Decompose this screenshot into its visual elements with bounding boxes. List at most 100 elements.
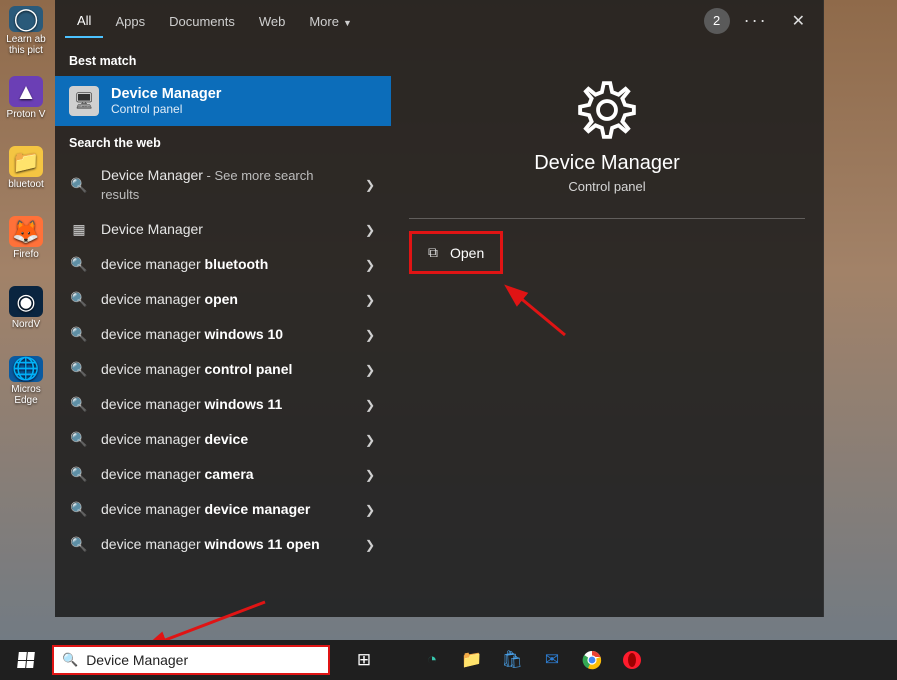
result-text: device manager camera: [101, 465, 353, 484]
best-match-header: Best match: [55, 44, 391, 76]
edge-icon[interactable]: ◔: [414, 640, 450, 680]
desktop-icon-label: Learn ab this pict: [6, 34, 45, 56]
result-text: Device Manager - See more search results: [101, 166, 353, 204]
tab-more[interactable]: More ▼: [297, 4, 364, 37]
chevron-right-icon: ❯: [365, 538, 377, 552]
desktop-icon-label: NordV: [12, 319, 40, 330]
start-button[interactable]: [4, 640, 48, 680]
result-text: device manager device manager: [101, 500, 353, 519]
search-icon: 🔍: [62, 652, 78, 668]
desktop-icon[interactable]: 📁 bluetoot: [4, 146, 48, 190]
desktop-icon[interactable]: ◯Learn ab this pict: [4, 6, 48, 50]
chevron-right-icon: ❯: [365, 328, 377, 342]
chevron-down-icon: ▼: [343, 18, 352, 28]
search-result-row[interactable]: 🔍 device manager camera ❯: [55, 457, 391, 492]
mail-icon[interactable]: ✉: [534, 640, 570, 680]
search-result-row[interactable]: ▦ Device Manager ❯: [55, 212, 391, 247]
search-icon: 🔍: [69, 396, 89, 413]
search-result-row[interactable]: 🔍 device manager device manager ❯: [55, 492, 391, 527]
search-icon: 🔍: [69, 326, 89, 343]
tab-apps[interactable]: Apps: [103, 4, 157, 37]
desktop-icon-label: Proton V: [7, 109, 46, 120]
close-icon[interactable]: ✕: [782, 7, 815, 35]
task-view-icon[interactable]: ⊞: [346, 640, 382, 680]
chevron-right-icon: ❯: [365, 293, 377, 307]
search-icon: 🔍: [69, 431, 89, 448]
taskbar: 🔍 Device Manager ⊞ ◔ 📁 🛍 ✉: [0, 640, 897, 680]
chevron-right-icon: ❯: [365, 503, 377, 517]
search-icon: 🔍: [69, 361, 89, 378]
search-tabs: All Apps Documents Web More ▼ 2 ··· ✕: [55, 0, 823, 40]
result-text: device manager device: [101, 430, 353, 449]
chevron-right-icon: ❯: [365, 363, 377, 377]
preview-divider: [409, 218, 805, 219]
gear-icon: [575, 78, 639, 142]
result-text: device manager windows 11 open: [101, 535, 353, 554]
best-match-subtitle: Control panel: [111, 102, 221, 116]
tab-more-label: More: [309, 14, 339, 29]
desktop-icon-glyph: 🌐: [9, 356, 43, 382]
chevron-right-icon: ❯: [365, 223, 377, 237]
taskbar-search-box[interactable]: 🔍 Device Manager: [52, 645, 330, 675]
desktop-icon-glyph: ◉: [9, 286, 43, 317]
device-manager-icon: 🖥: [69, 86, 99, 116]
desktop-icon-glyph: ◯: [9, 6, 43, 32]
chevron-right-icon: ❯: [365, 178, 377, 192]
more-options-icon[interactable]: ···: [738, 6, 774, 35]
open-label: Open: [450, 245, 484, 261]
open-action[interactable]: ⧉ Open: [409, 231, 503, 274]
desktop-icon[interactable]: 🦊 Firefo: [4, 216, 48, 260]
search-web-header: Search the web: [55, 126, 391, 158]
search-result-row[interactable]: 🔍 device manager windows 11 ❯: [55, 387, 391, 422]
desktop-icon[interactable]: 🌐Micros Edge: [4, 356, 48, 400]
search-icon: 🔍: [69, 466, 89, 483]
search-result-row[interactable]: 🔍 device manager bluetooth ❯: [55, 247, 391, 282]
search-query-text: Device Manager: [86, 652, 320, 668]
chevron-right-icon: ❯: [365, 258, 377, 272]
store-icon[interactable]: 🛍: [494, 640, 530, 680]
desktop-icon-label: bluetoot: [8, 179, 44, 190]
search-result-row[interactable]: 🔍 device manager windows 11 open ❯: [55, 527, 391, 562]
desktop-icon-label: Firefo: [13, 249, 39, 260]
tab-web[interactable]: Web: [247, 4, 298, 37]
desktop-icon-glyph: ▲: [9, 76, 43, 107]
search-result-row[interactable]: 🔍 device manager device ❯: [55, 422, 391, 457]
chevron-right-icon: ❯: [365, 468, 377, 482]
preview-pane: Device Manager Control panel ⧉ Open: [391, 40, 823, 617]
search-icon: 🔍: [69, 256, 89, 273]
desktop-icon-label: Micros Edge: [11, 384, 40, 406]
search-result-row[interactable]: 🔍 device manager windows 10 ❯: [55, 317, 391, 352]
search-result-row[interactable]: 🔍 Device Manager - See more search resul…: [55, 158, 391, 212]
search-icon: 🔍: [69, 291, 89, 308]
open-icon: ⧉: [428, 244, 438, 261]
search-icon: 🔍: [69, 536, 89, 553]
chevron-right-icon: ❯: [365, 433, 377, 447]
windows-search-panel: All Apps Documents Web More ▼ 2 ··· ✕ Bes…: [55, 0, 824, 617]
result-text: device manager bluetooth: [101, 255, 353, 274]
preview-subtitle: Control panel: [568, 179, 645, 194]
desktop-icon-glyph: 📁: [9, 146, 43, 177]
preview-title: Device Manager: [534, 152, 680, 175]
recent-badge[interactable]: 2: [704, 8, 730, 34]
tab-documents[interactable]: Documents: [157, 4, 247, 37]
chrome-icon[interactable]: [574, 640, 610, 680]
opera-icon[interactable]: [614, 640, 650, 680]
windows-logo-icon: [17, 652, 35, 668]
desktop-icon[interactable]: ▲ Proton V: [4, 76, 48, 120]
result-text: device manager windows 10: [101, 325, 353, 344]
search-result-row[interactable]: 🔍 device manager open ❯: [55, 282, 391, 317]
tab-all[interactable]: All: [65, 3, 103, 38]
best-match-title: Device Manager: [111, 86, 221, 102]
search-icon: 🔍: [69, 501, 89, 518]
file-explorer-icon[interactable]: 📁: [454, 640, 490, 680]
chevron-right-icon: ❯: [365, 398, 377, 412]
best-match-item[interactable]: 🖥 Device Manager Control panel: [55, 76, 391, 126]
result-text: Device Manager: [101, 220, 353, 239]
desktop-icon[interactable]: ◉ NordV: [4, 286, 48, 330]
search-result-row[interactable]: 🔍 device manager control panel ❯: [55, 352, 391, 387]
results-column: Best match 🖥 Device Manager Control pane…: [55, 40, 391, 617]
result-text: device manager open: [101, 290, 353, 309]
desktop-icon-glyph: 🦊: [9, 216, 43, 247]
search-icon: 🔍: [69, 177, 89, 194]
result-text: device manager control panel: [101, 360, 353, 379]
